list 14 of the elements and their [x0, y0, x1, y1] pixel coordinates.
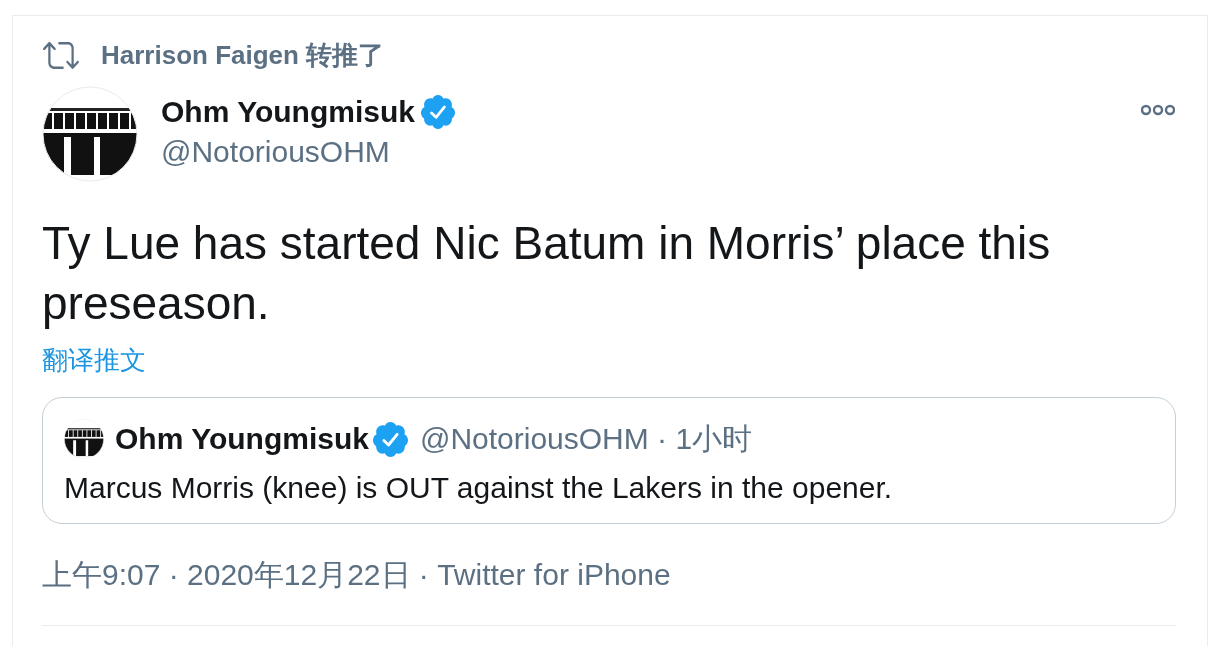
profile-avatar[interactable]: [64, 419, 104, 459]
retweet-banner[interactable]: Harrison Faigen 转推了: [101, 40, 385, 70]
quoted-author-name: Ohm Youngmisuk: [115, 421, 369, 457]
more-options-icon[interactable]: [1141, 104, 1175, 116]
quoted-tweet-card[interactable]: Ohm Youngmisuk @NotoriousOHM · 1小时 Marcus Morris (knee) is OUT against the Lakers in the opener.: [42, 397, 1176, 524]
translate-link[interactable]: 翻译推文: [42, 343, 146, 377]
author-handle[interactable]: @NotoriousOHM: [161, 132, 1141, 172]
quoted-byline: @NotoriousOHM · 1小时: [419, 421, 753, 457]
retweet-icon: [43, 41, 79, 69]
quoted-tweet-text: Marcus Morris (knee) is OUT against the Lakers in the opener.: [64, 470, 894, 506]
author-name[interactable]: Ohm Youngmisuk: [161, 92, 415, 132]
tweet-timestamp: 上午9:07 · 2020年12月22日 · Twitter for iPhone: [42, 557, 672, 593]
tweet-text: Ty Lue has started Nic Batum in Morris’ place this preseason.: [42, 216, 1052, 331]
profile-avatar[interactable]: [42, 86, 138, 182]
